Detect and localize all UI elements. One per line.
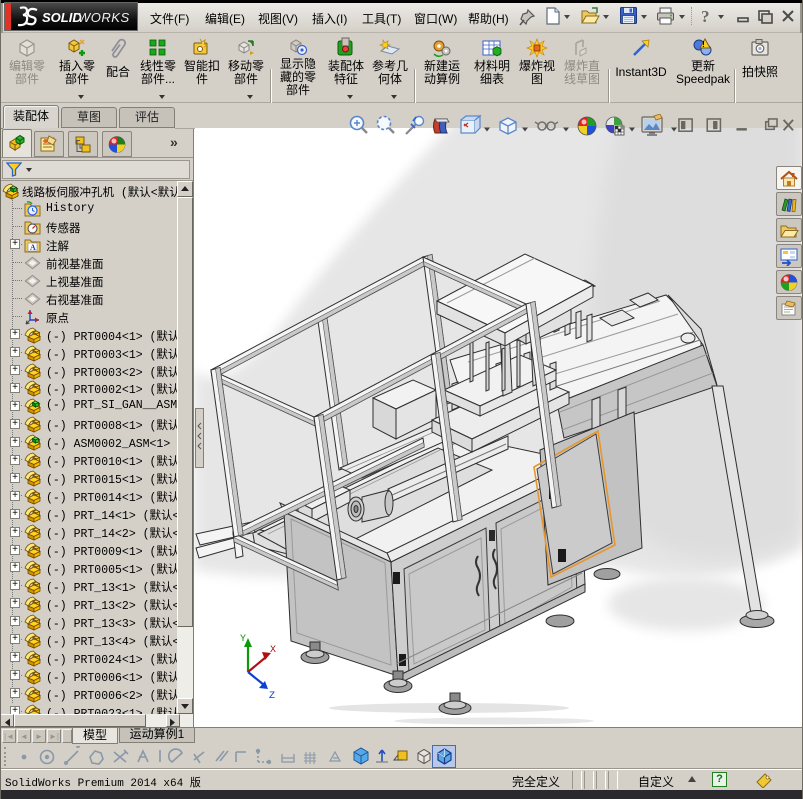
svg-text:A: A [30,243,36,252]
svg-text:!: ! [702,40,705,49]
svg-text:?: ? [701,7,710,26]
svg-text:Z: Z [269,691,275,702]
svg-text:X: X [270,645,276,656]
svg-text:Y: Y [240,634,246,645]
